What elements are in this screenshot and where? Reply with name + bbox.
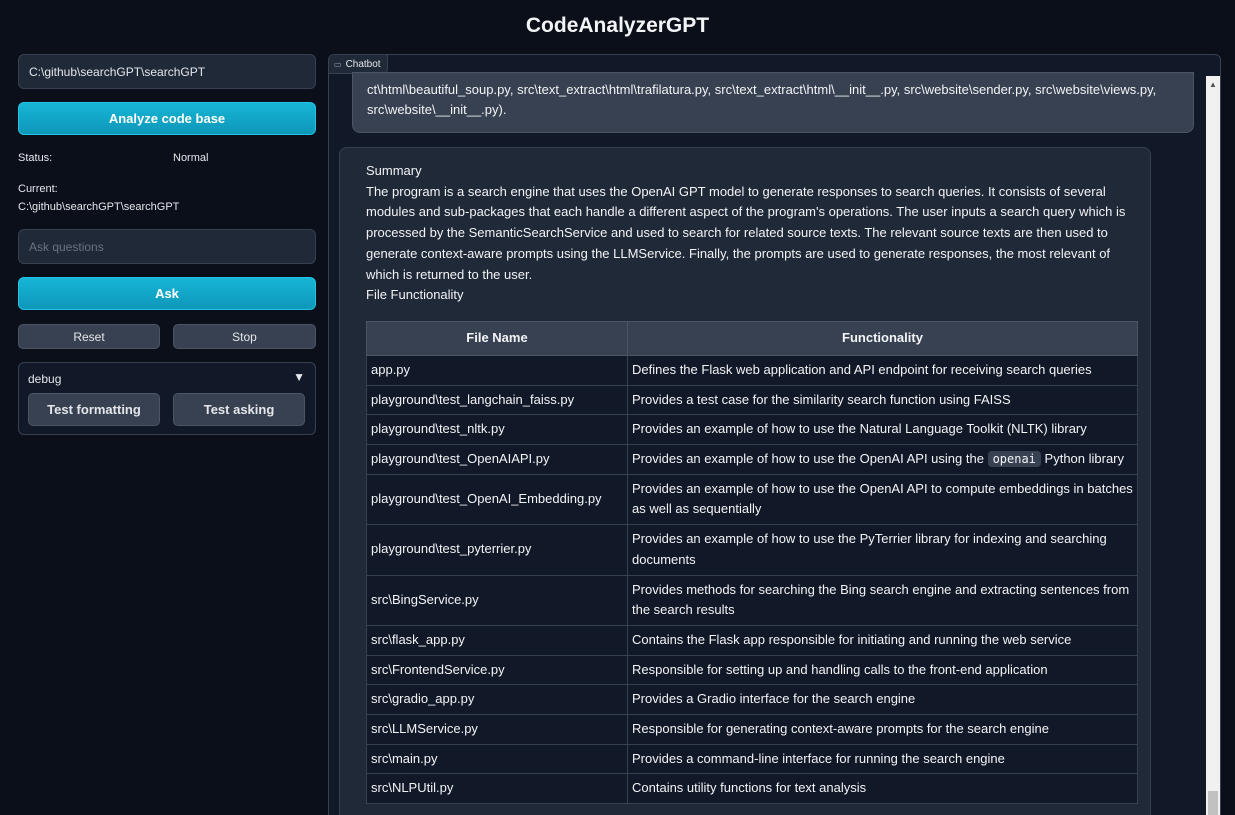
bot-message: Summary The program is a search engine t… [339,147,1151,815]
test-asking-button[interactable]: Test asking [173,393,305,426]
chatbot-panel: ▭ Chatbot ct\html\beautiful_soup.py, src… [328,54,1221,815]
current-label: Current: [18,183,58,195]
cell-functionality: Provides an example of how to use the Py… [627,524,1138,576]
summary-text: The program is a search engine that uses… [366,183,1126,282]
table-row: src\gradio_app.py Provides a Gradio inte… [366,684,1138,716]
chat-scrollbar[interactable]: ▲ [1206,76,1220,815]
chevron-down-icon[interactable]: ▼ [293,370,305,384]
table-row: src\LLMService.py Responsible for genera… [366,714,1138,745]
scroll-up-arrow-icon[interactable]: ▲ [1209,80,1217,89]
inline-code: openai [987,451,1041,468]
summary-heading: Summary [366,163,422,178]
test-formatting-button[interactable]: Test formatting [28,393,160,426]
table-row: src\main.py Provides a command-line inte… [366,743,1138,775]
app-title: CodeAnalyzerGPT [525,14,710,37]
table-row: app.py Defines the Flask web application… [366,354,1138,386]
cell-file-name: src\gradio_app.py [366,684,628,716]
current-path-value: C:\github\searchGPT\searchGPT [18,201,180,213]
cell-functionality: Provides an example of how to use the Op… [627,444,1138,475]
desc-text: Python library [1040,451,1125,467]
table-row: src\NLPUtil.py Contains utility function… [366,773,1138,805]
cell-file-name: src\BingService.py [366,574,628,626]
scrollbar-thumb[interactable] [1208,791,1218,815]
chat-icon: ▭ [334,59,342,69]
cell-file-name: src\NLPUtil.py [366,773,628,805]
cell-file-name: playground\test_OpenAI_Embedding.py [366,473,628,526]
cell-file-name: playground\test_nltk.py [366,414,628,446]
status-value: Normal [173,152,209,164]
cell-file-name: src\FrontendService.py [366,654,628,686]
stop-button[interactable]: Stop [173,324,316,349]
chatbot-label-text: Chatbot [345,58,381,70]
cell-functionality: Provides methods for searching the Bing … [627,574,1138,626]
file-functionality-heading: File Functionality [366,287,464,303]
table-row: src\flask_app.py Contains the Flask app … [366,624,1138,656]
path-input[interactable]: C:\github\searchGPT\searchGPT [18,54,316,89]
cell-functionality: Contains utility functions for text anal… [627,773,1138,805]
cell-functionality: Provides an example of how to use the Na… [627,414,1138,446]
table-row: src\FrontendService.py Responsible for s… [366,654,1138,686]
cell-functionality: Contains the Flask app responsible for i… [627,624,1138,656]
table-row: src\BingService.py Provides methods for … [366,574,1138,626]
cell-functionality: Provides a command-line interface for ru… [627,743,1138,775]
reset-button[interactable]: Reset [18,324,160,349]
debug-title[interactable]: debug [28,372,61,386]
column-header-functionality: Functionality [627,320,1138,356]
cell-file-name: playground\test_langchain_faiss.py [366,384,628,416]
cell-file-name: playground\test_pyterrier.py [366,524,628,576]
cell-functionality: Responsible for generating context-aware… [627,714,1138,745]
cell-functionality: Provides an example of how to use the Op… [627,473,1138,526]
status-label: Status: [18,152,53,164]
table-header-row: File Name Functionality [366,320,1138,356]
cell-file-name: src\flask_app.py [366,624,628,656]
cell-file-name: playground\test_OpenAIAPI.py [366,444,628,475]
user-message: ct\html\beautiful_soup.py, src\text_extr… [352,72,1194,133]
table-row: playground\test_OpenAIAPI.py Provides an… [366,444,1138,475]
table-row: playground\test_OpenAI_Embedding.py Prov… [366,473,1138,526]
cell-functionality: Responsible for setting up and handling … [627,654,1138,686]
ask-button[interactable]: Ask [18,277,316,310]
cell-functionality: Provides a Gradio interface for the sear… [627,684,1138,716]
cell-functionality: Defines the Flask web application and AP… [627,354,1138,386]
analyze-code-base-button[interactable]: Analyze code base [18,102,316,135]
cell-file-name: app.py [366,354,628,386]
table-row: playground\test_langchain_faiss.py Provi… [366,384,1138,416]
debug-accordion: debug ▼ Test formatting Test asking [18,362,316,435]
table-row: playground\test_pyterrier.py Provides an… [366,524,1138,576]
desc-text: Provides an example of how to use the Op… [632,451,988,467]
cell-file-name: src\LLMService.py [366,714,628,745]
file-functionality-table: File Name Functionality app.py Defines t… [366,320,1138,805]
cell-functionality: Provides a test case for the similarity … [627,384,1138,416]
table-row: playground\test_nltk.py Provides an exam… [366,414,1138,446]
cell-file-name: src\main.py [366,743,628,775]
ask-questions-input[interactable]: Ask questions [18,229,316,264]
column-header-file-name: File Name [366,320,628,356]
